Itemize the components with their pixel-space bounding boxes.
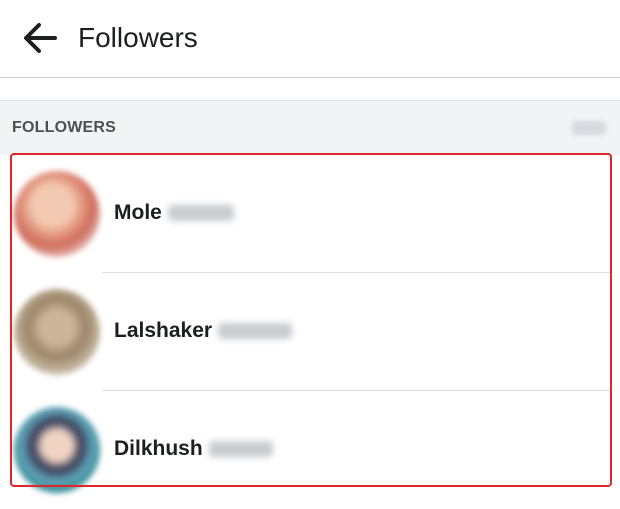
follower-row[interactable]: Mole <box>0 155 620 273</box>
page-title: Followers <box>78 22 198 53</box>
back-button[interactable] <box>14 14 66 62</box>
follower-name[interactable]: Dilkhush <box>114 436 273 462</box>
header-spacer <box>0 78 620 100</box>
surname-redacted <box>167 205 234 222</box>
arrow-left-icon <box>24 23 57 53</box>
top-app-bar: Followers <box>0 0 620 78</box>
avatar[interactable] <box>14 407 100 493</box>
followers-section: FOLLOWERS Mole Lalshaker Dilkhush <box>0 100 620 509</box>
avatar[interactable] <box>14 171 100 257</box>
avatar[interactable] <box>14 289 100 375</box>
follower-row[interactable]: Lalshaker <box>0 273 620 391</box>
surname-redacted <box>218 323 293 340</box>
followers-list: Mole Lalshaker Dilkhush <box>0 155 620 509</box>
follower-name[interactable]: Lalshaker <box>114 318 293 344</box>
follower-count-redacted <box>572 121 606 135</box>
section-header: FOLLOWERS <box>12 119 117 136</box>
surname-redacted <box>208 441 273 458</box>
follower-name[interactable]: Mole <box>114 200 234 226</box>
follower-row[interactable]: Dilkhush <box>0 391 620 509</box>
